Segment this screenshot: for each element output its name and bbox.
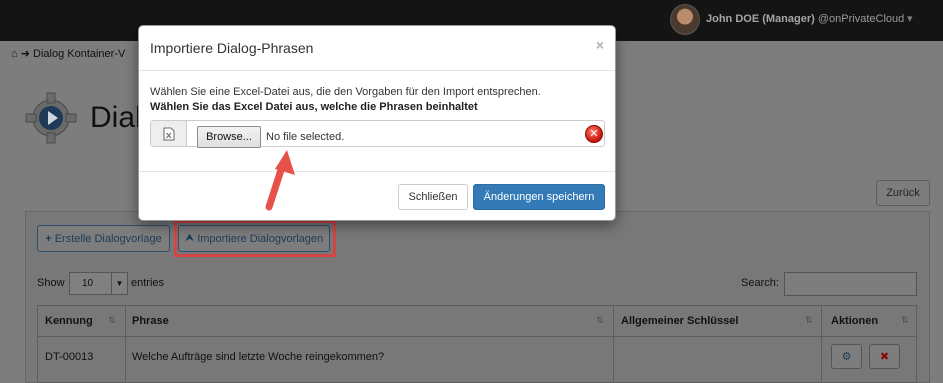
file-input-group: Browse... No file selected. ✕ — [150, 120, 605, 148]
sort-icon[interactable]: ⇅ — [596, 315, 604, 326]
close-icon: ✖ — [879, 351, 890, 363]
table-cell-kennung: DT-00013 — [45, 351, 94, 363]
modal-description-bold: Wählen Sie das Excel Datei aus, welche d… — [150, 101, 478, 113]
sort-icon[interactable]: ⇅ — [805, 315, 813, 326]
delete-action-button[interactable]: ✖ — [869, 344, 900, 369]
browse-button[interactable]: Browse... — [197, 126, 261, 148]
search-label: Search: — [741, 277, 779, 289]
gears-icon: ⚙ — [841, 351, 852, 363]
edit-action-button[interactable]: ⚙ — [831, 344, 862, 369]
phrase-table: Kennung ⇅ Phrase ⇅ Allgemeiner Schlüssel… — [37, 305, 917, 383]
file-addon — [151, 121, 187, 146]
entries-select[interactable]: 10 ▼ — [69, 272, 128, 295]
user-avatar[interactable] — [670, 4, 700, 35]
modal-close-icon[interactable]: × — [596, 37, 604, 53]
column-header-phrase[interactable]: Phrase — [132, 315, 169, 327]
user-name: John DOE (Manager) — [706, 13, 815, 25]
modal-title: Importiere Dialog-Phrasen — [150, 40, 314, 56]
column-header-kennung[interactable]: Kennung — [45, 315, 93, 327]
plus-icon: + — [45, 232, 52, 245]
row-divider — [38, 336, 916, 337]
chevron-down-icon: ▼ — [111, 273, 127, 294]
user-dropdown-icon[interactable]: ▾ — [907, 12, 913, 25]
column-header-actions: Aktionen — [831, 315, 879, 327]
file-icon — [163, 127, 174, 140]
close-button[interactable]: Schließen — [398, 184, 468, 210]
entries-label: entries — [131, 277, 165, 289]
column-header-key[interactable]: Allgemeiner Schlüssel — [621, 315, 738, 327]
arrow-right-icon: ➜ — [20, 48, 30, 60]
sort-desc-icon[interactable]: ⇅ — [108, 315, 116, 326]
clear-file-icon[interactable]: ✕ — [585, 125, 603, 143]
create-template-label: Erstelle Dialogvorlage — [54, 232, 162, 245]
pointer-arrow-annotation — [265, 150, 295, 211]
table-cell-phrase: Welche Aufträge sind letzte Woche reinge… — [132, 351, 385, 363]
breadcrumb: ⌂ ➜ Dialog Kontainer-V — [11, 47, 125, 60]
import-modal: Importiere Dialog-Phrasen × Wählen Sie e… — [138, 25, 616, 221]
highlight-annotation — [174, 220, 336, 257]
user-org: @onPrivateCloud — [817, 13, 905, 25]
column-divider — [613, 306, 614, 382]
column-divider — [125, 306, 126, 382]
modal-header: Importiere Dialog-Phrasen × — [139, 26, 615, 71]
user-menu[interactable]: John DOE (Manager) @onPrivateCloud — [706, 13, 904, 25]
search-input[interactable] — [784, 272, 917, 296]
sort-icon[interactable]: ⇅ — [901, 315, 909, 326]
save-changes-button[interactable]: Änderungen speichern — [473, 184, 605, 210]
home-icon[interactable]: ⌂ — [11, 48, 18, 60]
breadcrumb-item[interactable]: Dialog Kontainer-V — [33, 48, 125, 60]
create-template-button[interactable]: + Erstelle Dialogvorlage — [37, 225, 170, 252]
show-label: Show — [37, 277, 65, 289]
modal-footer-divider — [139, 171, 615, 172]
back-button[interactable]: Zurück — [876, 180, 930, 206]
column-divider — [821, 306, 822, 382]
file-status: No file selected. — [266, 131, 345, 143]
gear-logo-icon — [25, 92, 77, 144]
modal-description: Wählen Sie eine Excel-Datei aus, die den… — [150, 86, 541, 98]
entries-value: 10 — [82, 278, 94, 289]
